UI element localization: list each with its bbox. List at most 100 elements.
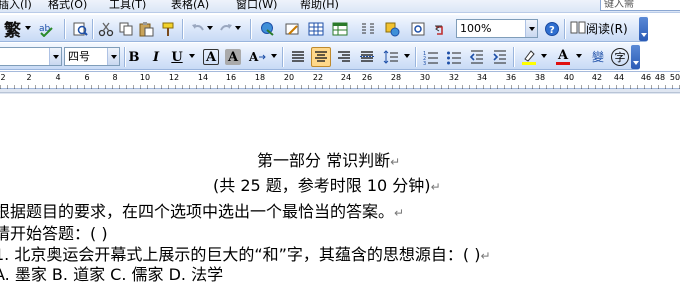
horizontal-ruler[interactable]: 2 2 4 6 8 10 12 14 16 18 20 22 24 26 28 …	[0, 71, 680, 89]
toolbar-options-icon[interactable]	[639, 17, 648, 41]
paragraph-mark-icon: ↵	[430, 180, 441, 194]
font-color-button[interactable]: A	[553, 47, 573, 67]
font-size-value: 四号	[68, 50, 90, 63]
menu-format[interactable]: 格式(O)	[48, 0, 87, 12]
chevron-down-icon[interactable]	[271, 54, 277, 58]
chevron-down-icon[interactable]	[541, 54, 547, 58]
question-1: 1. 北京奥运会开幕式上展示的巨大的“和”字，其蕴含的思想源自：( )↵	[0, 245, 491, 264]
paragraph-mark-icon: ↵	[390, 155, 401, 169]
zoom-select[interactable]: 100%	[456, 19, 538, 38]
columns-icon[interactable]	[358, 19, 378, 39]
copy-icon[interactable]	[116, 19, 136, 39]
phonetic-guide-button[interactable]: 變	[588, 47, 608, 67]
highlight-icon[interactable]	[519, 47, 539, 67]
document-body[interactable]: 第一部分 常识判断↵ (共 25 题，参考时限 10 分钟)↵ 根据题目的要求，…	[0, 94, 680, 284]
spelling-check-icon[interactable]: ab	[36, 19, 56, 39]
ruler-number: 4	[55, 73, 61, 82]
separator	[282, 47, 284, 67]
menu-help[interactable]: 帮助(H)	[300, 0, 339, 12]
show-hide-marks-icon[interactable]	[430, 19, 450, 39]
ruler-number: 48	[654, 73, 666, 82]
separator	[92, 19, 94, 39]
menu-tools[interactable]: 工具(T)	[109, 0, 146, 12]
separator	[415, 47, 417, 67]
distributed-align-icon[interactable]	[357, 47, 377, 67]
ruler-number: 30	[419, 73, 431, 82]
decrease-indent-icon[interactable]	[467, 47, 487, 67]
instruction-line: 根据题目的要求，在四个选项中选出一个最恰当的答案。↵	[0, 202, 405, 221]
justify-icon[interactable]	[288, 47, 308, 67]
question-1-options: A. 墨家 B. 道家 C. 儒家 D. 法学	[0, 265, 224, 284]
align-center-icon[interactable]	[311, 47, 331, 67]
character-scale-icon[interactable]: A	[247, 47, 267, 67]
ruler-number: 40	[563, 73, 575, 82]
reading-layout-label: 阅读(R)	[586, 22, 628, 36]
menu-table[interactable]: 表格(A)	[171, 0, 209, 12]
character-shading-button[interactable]: A	[225, 49, 241, 65]
standard-toolbar: 繁 ab 100% ? 阅读(R)	[0, 14, 648, 42]
hyperlink-icon[interactable]	[258, 19, 278, 39]
ruler-number: 42	[591, 73, 603, 82]
separator	[64, 19, 66, 39]
section-title: 第一部分 常识判断↵	[257, 151, 401, 170]
italic-button[interactable]: I	[146, 47, 166, 67]
cut-icon[interactable]	[96, 19, 116, 39]
menu-insert[interactable]: 插入(I)	[0, 0, 32, 12]
bullets-icon[interactable]	[444, 47, 464, 67]
toolbar-options-icon[interactable]	[631, 45, 640, 69]
font-name-select[interactable]	[0, 47, 62, 66]
font-size-select[interactable]: 四号	[64, 47, 120, 66]
tables-borders-icon[interactable]	[282, 19, 302, 39]
reading-layout-button[interactable]: 阅读(R)	[570, 19, 628, 39]
chevron-down-icon[interactable]	[107, 48, 119, 65]
help-search-input[interactable]: 键入需	[600, 0, 680, 11]
format-painter-icon[interactable]	[158, 19, 178, 39]
ruler-number: 26	[361, 73, 373, 82]
numbering-icon[interactable]: 123	[421, 47, 441, 67]
line-spacing-icon[interactable]	[381, 47, 401, 67]
ruler-number: 34	[476, 73, 488, 82]
chevron-down-icon[interactable]	[189, 54, 195, 58]
start-answer-line: 请开始答题：( )	[0, 224, 108, 243]
svg-text:3: 3	[423, 61, 426, 65]
character-border-button[interactable]: A	[203, 49, 219, 65]
separator	[513, 47, 515, 67]
section-subtitle: (共 25 题，参考时限 10 分钟)↵	[213, 176, 441, 195]
help-icon[interactable]: ?	[542, 19, 562, 39]
chevron-down-icon[interactable]	[49, 48, 61, 65]
ruler-number: 32	[448, 73, 460, 82]
chevron-down-icon[interactable]	[576, 54, 582, 58]
align-right-icon[interactable]	[334, 47, 354, 67]
ruler-number: 6	[84, 73, 90, 82]
enclose-characters-button[interactable]: 字	[611, 48, 629, 66]
underline-button[interactable]: U	[167, 47, 187, 67]
paste-icon[interactable]	[136, 19, 156, 39]
menu-window[interactable]: 窗口(W)	[236, 0, 277, 12]
increase-indent-icon[interactable]	[490, 47, 510, 67]
insert-excel-icon[interactable]	[330, 19, 350, 39]
document-map-icon[interactable]	[408, 19, 428, 39]
chevron-down-icon[interactable]	[25, 26, 31, 30]
chevron-down-icon[interactable]	[235, 26, 241, 30]
ruler-number: 2	[26, 73, 32, 82]
undo-icon[interactable]	[188, 19, 208, 39]
drawing-icon[interactable]	[382, 19, 402, 39]
trad-simp-convert-button[interactable]: 繁	[4, 16, 21, 41]
chevron-down-icon[interactable]	[207, 26, 213, 30]
ruler-number: 50	[669, 73, 680, 82]
redo-icon[interactable]	[216, 19, 236, 39]
chevron-down-icon[interactable]	[525, 20, 537, 37]
ruler-number: 46	[640, 73, 652, 82]
separator	[564, 19, 566, 39]
research-icon[interactable]	[70, 19, 90, 39]
font-color-label: A	[557, 48, 569, 63]
insert-table-icon[interactable]	[306, 19, 326, 39]
ruler-number: 12	[168, 73, 180, 82]
ruler-number: 28	[390, 73, 402, 82]
ruler-number: 2	[0, 73, 6, 82]
zoom-value: 100%	[460, 22, 492, 35]
bold-button[interactable]: B	[124, 47, 144, 67]
paragraph-mark-icon: ↵	[394, 206, 405, 220]
separator	[182, 19, 184, 39]
chevron-down-icon[interactable]	[404, 54, 410, 58]
